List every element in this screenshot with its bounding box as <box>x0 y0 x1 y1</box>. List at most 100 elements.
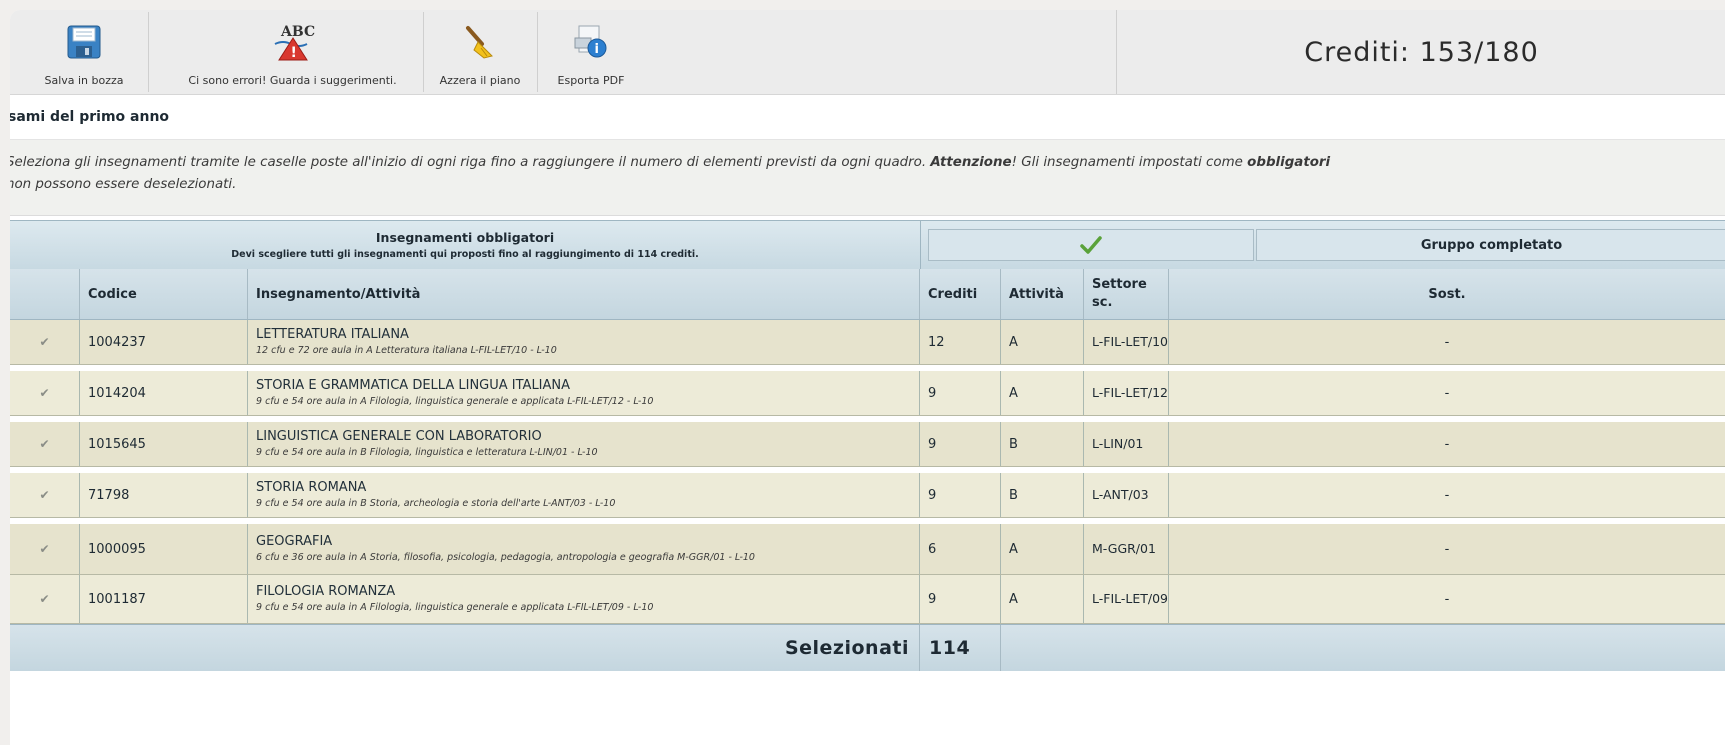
credits-counter: Crediti: 153/180 <box>1116 10 1725 94</box>
column-header-insegnamento: Insegnamento/Attività <box>248 269 920 319</box>
instructions-text: Seleziona gli insegnamenti tramite le ca… <box>10 155 931 170</box>
row-crediti: 9 <box>920 473 1001 517</box>
row-checkbox[interactable]: ✔ <box>10 473 80 517</box>
row-crediti: 6 <box>920 524 1001 574</box>
row-checkbox[interactable]: ✔ <box>10 371 80 415</box>
row-sost: - <box>1444 334 1450 350</box>
row-checkbox[interactable]: ✔ <box>10 422 80 466</box>
column-header-select <box>10 269 80 319</box>
row-crediti: 12 <box>920 320 1001 364</box>
row-sost: - <box>1444 591 1450 607</box>
row-attivita: A <box>1001 524 1084 574</box>
course-name: FILOLOGIA ROMANZA <box>256 584 396 599</box>
column-header-codice: Codice <box>80 269 248 319</box>
row-attivita: B <box>1001 473 1084 517</box>
row-codice: 1004237 <box>80 320 248 364</box>
row-settore: L-FIL-LET/12 <box>1084 371 1169 415</box>
course-name: STORIA ROMANA <box>256 480 367 495</box>
instructions-line-2: non possono essere deselezionati. <box>10 177 237 192</box>
row-attivita: A <box>1001 371 1084 415</box>
floppy-disk-icon <box>67 20 101 64</box>
row-settore: L-ANT/03 <box>1084 473 1169 517</box>
row-codice: 1000095 <box>80 524 248 574</box>
row-settore: L-FIL-LET/10 <box>1084 320 1169 364</box>
check-icon <box>1080 236 1102 254</box>
toolbar-divider <box>148 12 149 92</box>
export-pdf-label: Esporta PDF <box>557 74 625 87</box>
row-insegnamento: STORIA ROMANA 9 cfu e 54 ore aula in B S… <box>248 473 920 517</box>
table-row: ✔ 71798 STORIA ROMANA 9 cfu e 54 ore aul… <box>10 473 1725 518</box>
row-settore: L-LIN/01 <box>1084 422 1169 466</box>
course-detail: 9 cfu e 54 ore aula in B Filologia, ling… <box>256 447 598 458</box>
errors-suggestions-button[interactable]: ABC ! Ci sono errori! Guarda i suggerime… <box>170 14 415 90</box>
table-row: ✔ 1000095 GEOGRAFIA 6 cfu e 36 ore aula … <box>10 524 1725 575</box>
section-title-text: sami del primo anno <box>10 109 170 125</box>
row-sost: - <box>1444 436 1450 452</box>
row-codice: 71798 <box>80 473 248 517</box>
row-insegnamento: LINGUISTICA GENERALE CON LABORATORIO 9 c… <box>248 422 920 466</box>
group-subtitle: Devi scegliere tutti gli insegnamenti qu… <box>231 249 699 260</box>
abc-warning-icon: ABC ! <box>271 20 315 64</box>
row-attivita: A <box>1001 320 1084 364</box>
export-pdf-button[interactable]: i Esporta PDF <box>548 14 634 90</box>
group-status-text: Gruppo completato <box>1256 229 1725 261</box>
selected-label: Selezionati <box>10 625 920 671</box>
course-name: LINGUISTICA GENERALE CON LABORATORIO <box>256 429 542 444</box>
group-header: Insegnamenti obbligatori Devi scegliere … <box>10 220 1725 270</box>
course-name: STORIA E GRAMMATICA DELLA LINGUA ITALIAN… <box>256 378 571 393</box>
row-insegnamento: FILOLOGIA ROMANZA 9 cfu e 54 ore aula in… <box>248 575 920 623</box>
save-draft-label: Salva in bozza <box>44 74 124 87</box>
instructions: Seleziona gli insegnamenti tramite le ca… <box>10 140 1725 216</box>
table-row: ✔ 1015645 LINGUISTICA GENERALE CON LABOR… <box>10 422 1725 467</box>
errors-suggestions-label: Ci sono errori! Guarda i suggerimenti. <box>188 74 397 87</box>
group-title-block: Insegnamenti obbligatori Devi scegliere … <box>10 221 921 269</box>
table-row: ✔ 1004237 LETTERATURA ITALIANA 12 cfu e … <box>10 320 1725 365</box>
row-attivita: B <box>1001 422 1084 466</box>
table-footer: Selezionati 114 <box>10 624 1725 671</box>
column-header-settore: Settore sc. <box>1084 269 1169 319</box>
save-draft-button[interactable]: Salva in bozza <box>28 14 140 90</box>
row-crediti: 9 <box>920 422 1001 466</box>
row-crediti: 9 <box>920 575 1001 623</box>
row-insegnamento: LETTERATURA ITALIANA 12 cfu e 72 ore aul… <box>248 320 920 364</box>
row-codice: 1014204 <box>80 371 248 415</box>
group-title: Insegnamenti obbligatori <box>375 230 555 245</box>
reset-plan-label: Azzera il piano <box>439 74 521 87</box>
row-settore: L-FIL-LET/09 <box>1084 575 1169 623</box>
row-settore: M-GGR/01 <box>1084 524 1169 574</box>
app-window: Salva in bozza ABC ! Ci sono errori! Gua… <box>10 10 1725 745</box>
row-codice: 1015645 <box>80 422 248 466</box>
group-status-check <box>928 229 1254 261</box>
column-header-attivita: Attività <box>1001 269 1084 319</box>
column-header-crediti: Crediti <box>920 269 1001 319</box>
row-sost: - <box>1444 487 1450 503</box>
column-header-row: Codice Insegnamento/Attività Crediti Att… <box>10 269 1725 320</box>
row-sost: - <box>1444 385 1450 401</box>
course-detail: 9 cfu e 54 ore aula in A Filologia, ling… <box>256 602 654 613</box>
instructions-text: ! Gli insegnamenti impostati come <box>1011 155 1248 170</box>
row-checkbox[interactable]: ✔ <box>10 575 80 623</box>
column-header-sost: Sost. <box>1428 286 1466 302</box>
toolbar: Salva in bozza ABC ! Ci sono errori! Gua… <box>10 10 1725 95</box>
row-codice: 1001187 <box>80 575 248 623</box>
row-attivita: A <box>1001 575 1084 623</box>
table-row: ✔ 1001187 FILOLOGIA ROMANZA 9 cfu e 54 o… <box>10 575 1725 624</box>
table-row: ✔ 1014204 STORIA E GRAMMATICA DELLA LING… <box>10 371 1725 416</box>
row-checkbox[interactable]: ✔ <box>10 320 80 364</box>
course-detail: 12 cfu e 72 ore aula in A Letteratura it… <box>256 345 557 356</box>
toolbar-divider <box>537 12 538 92</box>
reset-plan-button[interactable]: Azzera il piano <box>430 14 530 90</box>
instructions-mandatory: obbligatori <box>1247 155 1331 170</box>
row-sost: - <box>1444 541 1450 557</box>
pdf-export-icon: i <box>573 20 609 64</box>
section-title: sami del primo anno <box>10 95 1725 140</box>
row-insegnamento: GEOGRAFIA 6 cfu e 36 ore aula in A Stori… <box>248 524 920 574</box>
course-detail: 6 cfu e 36 ore aula in A Storia, filosof… <box>256 552 755 563</box>
course-detail: 9 cfu e 54 ore aula in A Filologia, ling… <box>256 396 654 407</box>
row-crediti: 9 <box>920 371 1001 415</box>
row-insegnamento: STORIA E GRAMMATICA DELLA LINGUA ITALIAN… <box>248 371 920 415</box>
toolbar-divider <box>423 12 424 92</box>
instructions-warning: Attenzione <box>930 155 1012 170</box>
row-checkbox[interactable]: ✔ <box>10 524 80 574</box>
svg-text:ABC: ABC <box>280 24 315 40</box>
